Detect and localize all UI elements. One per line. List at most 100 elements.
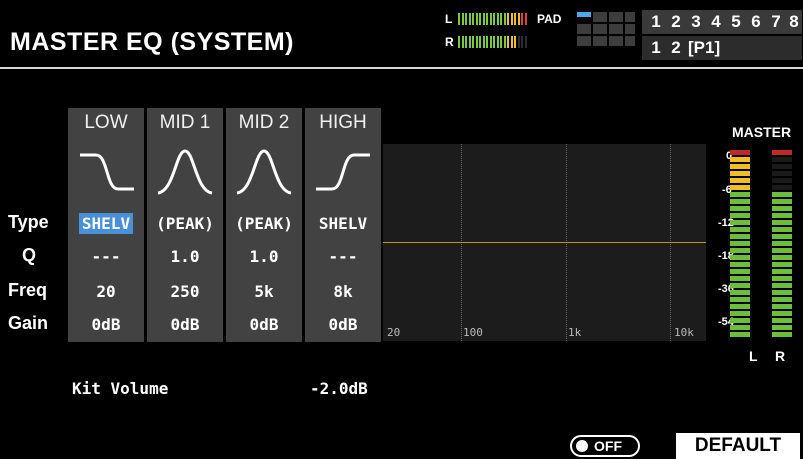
band-name-mid1[interactable]: MID 1 <box>147 112 223 134</box>
q-cell-mid2[interactable]: 1.0 <box>226 247 302 266</box>
pad-cell <box>625 24 635 34</box>
meter-segment-r <box>772 297 792 302</box>
level-segment <box>524 13 527 25</box>
q-cell-high[interactable]: --- <box>305 247 381 266</box>
toggle-knob-icon <box>576 440 588 452</box>
q-cell-low[interactable]: --- <box>68 247 144 266</box>
meter-segment-l <box>730 311 750 316</box>
band-name-high[interactable]: HIGH <box>305 112 381 134</box>
kit-numbers-row2: 1 2 [P1] <box>642 36 802 60</box>
pad-cell <box>609 12 623 22</box>
kit-number: 2 <box>671 12 681 31</box>
meter-segment-l <box>730 297 750 302</box>
meter-segment-l <box>730 164 750 169</box>
freq-cell-high[interactable]: 8k <box>305 282 381 301</box>
level-l-label: L <box>445 12 453 26</box>
pad-cell <box>593 12 607 22</box>
gain-cell-high[interactable]: 0dB <box>305 315 381 334</box>
meter-channel-r: R <box>775 348 786 364</box>
meter-segment-l <box>730 318 750 323</box>
band-name-low[interactable]: LOW <box>68 112 144 134</box>
type-cell-mid2[interactable]: (PEAK) <box>226 214 302 233</box>
kit-volume-value[interactable]: -2.0dB <box>310 379 368 398</box>
level-segment <box>500 36 502 48</box>
meter-segment-l <box>730 213 750 218</box>
level-segment <box>475 36 478 48</box>
meter-segment-r <box>772 318 792 323</box>
freq-cell-mid1[interactable]: 250 <box>147 282 223 301</box>
meter-segment-r <box>772 199 792 204</box>
kit-number: 6 <box>751 12 761 31</box>
meter-segment-l <box>730 262 750 267</box>
level-segment <box>486 36 488 48</box>
pad-cell <box>609 36 623 46</box>
kit-volume-label: Kit Volume <box>72 379 169 398</box>
level-segment <box>507 36 509 48</box>
level-segment <box>496 36 499 48</box>
type-cell-mid1[interactable]: (PEAK) <box>147 214 223 233</box>
toggle-label: OFF <box>594 438 622 454</box>
q-cell-mid1[interactable]: 1.0 <box>147 247 223 266</box>
level-segment <box>489 36 492 48</box>
freq-cell-mid2[interactable]: 5k <box>226 282 302 301</box>
level-segment <box>503 13 506 25</box>
level-segment <box>468 13 471 25</box>
level-segment <box>486 13 488 25</box>
master-meter-label: MASTER <box>732 124 792 140</box>
type-cell-high[interactable]: SHELV <box>305 214 381 233</box>
row-label-gain: Gain <box>8 313 49 333</box>
meter-segment-l <box>730 241 750 246</box>
meter-segment-l <box>730 150 750 155</box>
level-r-label: R <box>445 35 454 49</box>
meter-segment-l <box>730 255 750 260</box>
pad-cell <box>609 24 623 34</box>
level-segment <box>510 13 513 25</box>
meter-segment-r <box>772 157 792 162</box>
freq-cell-low[interactable]: 20 <box>68 282 144 301</box>
header-divider <box>0 67 803 69</box>
pad-cell <box>577 12 591 17</box>
meter-segment-r <box>772 269 792 274</box>
meter-segment-r <box>772 185 792 190</box>
meter-segment-l <box>730 171 750 176</box>
meter-segment-r <box>772 220 792 225</box>
meter-segment-l <box>730 220 750 225</box>
level-segment <box>458 13 460 25</box>
pad-cell <box>625 12 635 22</box>
pad-cell <box>625 36 635 46</box>
meter-segment-r <box>772 234 792 239</box>
meter-segment-r <box>772 241 792 246</box>
level-segment <box>500 13 502 25</box>
level-segment <box>479 13 481 25</box>
meter-segment-l <box>730 276 750 281</box>
gain-cell-mid1[interactable]: 0dB <box>147 315 223 334</box>
high-shelf-curve-icon <box>316 153 370 191</box>
level-meter-r <box>458 36 528 48</box>
kit-number: 5 <box>731 12 741 31</box>
meter-segment-r <box>772 248 792 253</box>
level-segment <box>496 13 499 25</box>
level-segment <box>458 36 460 48</box>
type-cell-low[interactable]: SHELV <box>68 213 144 234</box>
meter-segment-l <box>730 178 750 183</box>
meter-segment-l <box>730 234 750 239</box>
gain-cell-mid2[interactable]: 0dB <box>226 315 302 334</box>
level-segment <box>482 13 485 25</box>
meter-segment-l <box>730 332 750 337</box>
peak-curve-icon <box>157 149 213 195</box>
row-label-q: Q <box>22 245 37 265</box>
eq-off-toggle[interactable]: OFF <box>570 435 640 457</box>
kit-number: 2 <box>671 38 681 57</box>
meter-segment-l <box>730 227 750 232</box>
band-name-mid2[interactable]: MID 2 <box>226 112 302 134</box>
gain-cell-low[interactable]: 0dB <box>68 315 144 334</box>
meter-segment-r <box>772 178 792 183</box>
freq-tick-label: 20 <box>387 326 401 339</box>
pad-cell <box>577 24 591 34</box>
row-label-freq: Freq <box>8 280 48 300</box>
meter-segment-l <box>730 206 750 211</box>
meter-segment-l <box>730 325 750 330</box>
default-button[interactable]: DEFAULT <box>676 433 800 459</box>
level-segment <box>468 36 471 48</box>
type-value-low[interactable]: SHELV <box>78 213 134 234</box>
